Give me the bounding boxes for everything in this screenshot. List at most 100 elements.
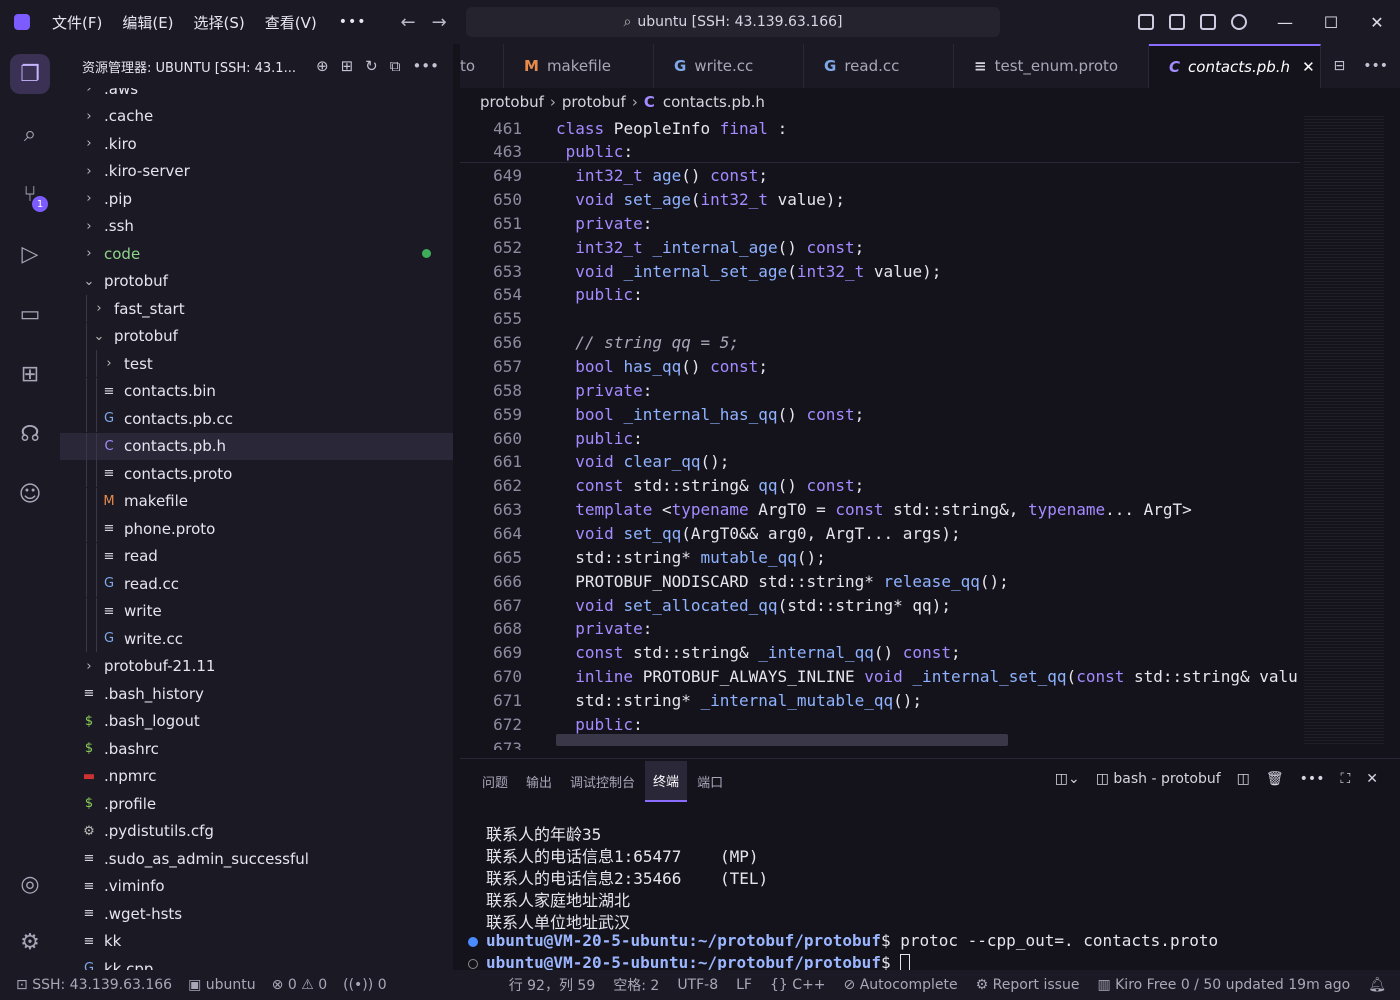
report-issue[interactable]: ⚙ Report issue — [976, 977, 1080, 993]
explorer-more-icon[interactable]: ••• — [412, 57, 439, 75]
tab-3[interactable]: Gread.cc — [804, 44, 954, 88]
tree-file[interactable]: ≡ kk — [60, 928, 453, 955]
tab-1[interactable]: Mmakefile — [504, 44, 654, 88]
autocomplete-status[interactable]: ⊘ Autocomplete — [844, 977, 958, 993]
collapse-all-icon[interactable]: ⧉ — [390, 57, 401, 75]
tree-file[interactable]: Gkk.cpp — [60, 955, 453, 971]
kiro-status[interactable]: ▥ Kiro Free 0 / 50 updated 19m ago — [1097, 977, 1350, 993]
tree-file[interactable]: $ .bashrc — [60, 735, 453, 762]
tree-folder[interactable]: ⌄ protobuf — [60, 322, 453, 350]
panel-tab-0[interactable]: 问题 — [474, 762, 516, 801]
problems-status[interactable]: ⊗ 0 ⚠ 0 — [272, 977, 327, 993]
command-status-dot[interactable] — [468, 959, 478, 969]
extensions-icon[interactable]: ⊞ — [10, 354, 50, 394]
chevron-right-icon[interactable]: › — [82, 109, 96, 124]
breadcrumb-item[interactable]: protobuf — [480, 93, 544, 111]
panel-tab-4[interactable]: 端口 — [689, 762, 731, 801]
toggle-panel-icon[interactable] — [1200, 14, 1216, 30]
tree-folder[interactable]: › .pip — [60, 185, 453, 212]
breadcrumb-item[interactable]: protobuf — [562, 93, 626, 111]
tree-folder[interactable]: › .kiro-server — [60, 158, 453, 185]
tree-folder[interactable]: ⌄ protobuf — [60, 268, 453, 295]
chevron-down-icon[interactable]: ⌄ — [92, 329, 106, 344]
command-status-dot[interactable] — [468, 937, 478, 947]
tree-file[interactable]: $ .bash_logout — [60, 708, 453, 735]
tree-file[interactable]: Gread.cc — [60, 570, 453, 597]
breadcrumb-item[interactable]: contacts.pb.h — [663, 93, 765, 111]
run-debug-icon[interactable]: ▷ — [10, 234, 50, 274]
minimap[interactable] — [1304, 116, 1384, 746]
terminal-name[interactable]: ◫ bash - protobuf — [1096, 771, 1221, 787]
chat-icon[interactable] — [1231, 14, 1247, 30]
panel-tab-3[interactable]: 终端 — [645, 760, 688, 802]
new-file-icon[interactable]: ⊕ — [316, 57, 329, 75]
split-editor-icon[interactable]: ⊟ — [1333, 58, 1345, 74]
search-view-icon[interactable]: ⌕ — [10, 114, 50, 154]
chevron-right-icon[interactable]: › — [102, 356, 116, 371]
tab-0[interactable]: to — [460, 44, 504, 88]
tree-file[interactable]: ≡ contacts.bin — [60, 377, 453, 405]
explorer-icon[interactable]: ❐ — [10, 54, 50, 94]
back-arrow-icon[interactable]: ← — [401, 12, 416, 33]
panel-tab-1[interactable]: 输出 — [518, 762, 560, 801]
maximize-button[interactable]: ☐ — [1308, 13, 1354, 32]
cursor-position[interactable]: 行 92，列 59 — [509, 975, 596, 995]
new-terminal-dropdown-icon[interactable]: ◫⌄ — [1055, 771, 1080, 787]
panel-more-icon[interactable]: ••• — [1300, 771, 1325, 787]
panel-tab-2[interactable]: 调试控制台 — [562, 762, 643, 801]
new-folder-icon[interactable]: ⊞ — [341, 57, 354, 75]
tree-file[interactable]: ≡ .bash_history — [60, 680, 453, 707]
tree-file[interactable]: ≡ phone.proto — [60, 515, 453, 542]
toggle-sidebar-icon[interactable] — [1169, 14, 1185, 30]
tree-file[interactable]: ≡ read — [60, 542, 453, 570]
chevron-right-icon[interactable]: › — [82, 219, 96, 234]
tree-file[interactable]: ▬ .npmrc — [60, 763, 453, 790]
tree-folder[interactable]: › code — [60, 240, 453, 267]
tree-folder[interactable]: › .kiro — [60, 130, 453, 157]
tree-file[interactable]: Gcontacts.pb.cc — [60, 405, 453, 432]
horizontal-scrollbar[interactable] — [556, 734, 1008, 746]
ports-status[interactable]: ((•)) 0 — [343, 977, 386, 993]
tree-file[interactable]: Ccontacts.pb.h — [60, 432, 453, 460]
tree-folder[interactable]: › .ssh — [60, 213, 453, 240]
menu-select[interactable]: 选择(S) — [194, 12, 245, 33]
tree-folder[interactable]: › fast_start — [60, 295, 453, 322]
tree-file[interactable]: Mmakefile — [60, 487, 453, 515]
eol[interactable]: LF — [736, 977, 752, 993]
minimize-button[interactable]: — — [1262, 13, 1308, 32]
chevron-right-icon[interactable]: › — [82, 164, 96, 179]
more-menu-icon[interactable]: ••• — [339, 14, 367, 30]
tree-folder[interactable]: › test — [60, 350, 453, 377]
chevron-down-icon[interactable]: ⌄ — [82, 274, 96, 289]
tree-folder[interactable]: › .cache — [60, 103, 453, 130]
chevron-right-icon[interactable]: › — [82, 136, 96, 151]
tree-file[interactable]: ≡ contacts.proto — [60, 460, 453, 487]
tree-folder[interactable]: › .aws — [60, 88, 453, 102]
chevron-right-icon[interactable]: › — [82, 191, 96, 206]
notifications-bell-icon[interactable]: 🔔︎ — [1368, 977, 1386, 993]
refresh-icon[interactable]: ↻ — [365, 57, 378, 75]
source-control-icon[interactable]: ⑂ 1 — [10, 174, 50, 214]
tree-file[interactable]: $ .profile — [60, 790, 453, 817]
tree-file[interactable]: ≡ .viminfo — [60, 873, 453, 900]
indentation[interactable]: 空格: 2 — [613, 975, 659, 995]
ghost-icon[interactable]: ☺ — [10, 474, 50, 514]
forward-arrow-icon[interactable]: → — [432, 12, 447, 33]
tab-5[interactable]: Ccontacts.pb.h ✕ — [1149, 44, 1321, 88]
close-window-button[interactable]: ✕ — [1354, 13, 1400, 32]
language-mode[interactable]: {} C++ — [770, 977, 826, 993]
account-icon[interactable]: ◎ — [10, 864, 50, 904]
chevron-right-icon[interactable]: › — [82, 246, 96, 261]
close-tab-icon[interactable]: ✕ — [1302, 58, 1315, 76]
tree-file[interactable]: ≡ .wget-hsts — [60, 900, 453, 927]
tree-folder[interactable]: › protobuf-21.11 — [60, 653, 453, 680]
menu-file[interactable]: 文件(F) — [52, 12, 102, 33]
menu-view[interactable]: 查看(V) — [265, 12, 317, 33]
tree-file[interactable]: Gwrite.cc — [60, 625, 453, 652]
trash-icon[interactable]: 🗑 — [1266, 771, 1284, 787]
remote-explorer-icon[interactable]: ▭ — [10, 294, 50, 334]
code-editor[interactable]: 461 class PeopleInfo final :463 public: 64… — [460, 116, 1300, 750]
tab-4[interactable]: ≡ test_enum.proto — [954, 44, 1149, 88]
tree-file[interactable]: ≡ write — [60, 597, 453, 625]
chevron-right-icon[interactable]: › — [82, 88, 96, 96]
